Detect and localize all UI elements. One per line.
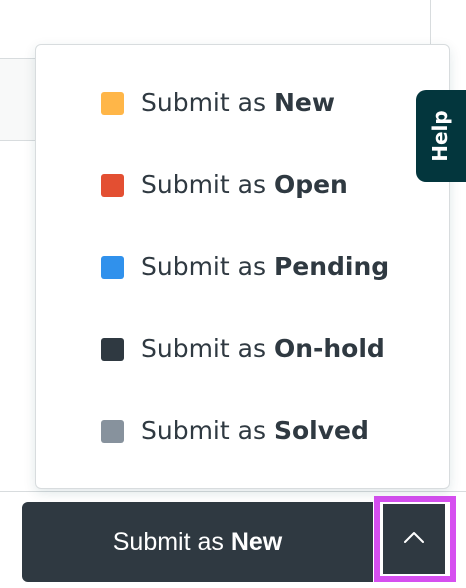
status-pending-swatch bbox=[101, 256, 124, 279]
menu-item-label: Submit as Open bbox=[141, 170, 348, 199]
submit-button-label: Submit as New bbox=[112, 527, 283, 556]
menu-item-submit-solved[interactable]: Submit as Solved bbox=[36, 390, 449, 472]
menu-item-submit-pending[interactable]: Submit as Pending bbox=[36, 226, 449, 308]
menu-item-submit-on-hold[interactable]: Submit as On-hold bbox=[36, 308, 449, 390]
menu-item-label: Submit as New bbox=[141, 88, 335, 117]
background-row bbox=[0, 59, 36, 140]
menu-item-submit-new[interactable]: Submit as New bbox=[36, 62, 449, 144]
chevron-up-icon bbox=[404, 532, 424, 543]
menu-item-submit-open[interactable]: Submit as Open bbox=[36, 144, 449, 226]
submit-options-toggle[interactable] bbox=[383, 504, 445, 574]
background-divider bbox=[430, 0, 431, 46]
help-label: Help bbox=[428, 110, 452, 162]
menu-item-label: Submit as On-hold bbox=[141, 334, 385, 363]
background-divider bbox=[0, 140, 36, 141]
menu-item-label: Submit as Solved bbox=[141, 416, 369, 445]
submit-status-menu: Submit as New Submit as Open Submit as P… bbox=[35, 44, 450, 489]
status-open-swatch bbox=[101, 174, 124, 197]
status-new-swatch bbox=[101, 92, 124, 115]
menu-item-label: Submit as Pending bbox=[141, 252, 390, 281]
background-divider bbox=[0, 58, 36, 59]
help-button[interactable]: Help bbox=[416, 90, 466, 182]
submit-button[interactable]: Submit as New bbox=[22, 502, 373, 582]
status-solved-swatch bbox=[101, 420, 124, 443]
status-on-hold-swatch bbox=[101, 338, 124, 361]
